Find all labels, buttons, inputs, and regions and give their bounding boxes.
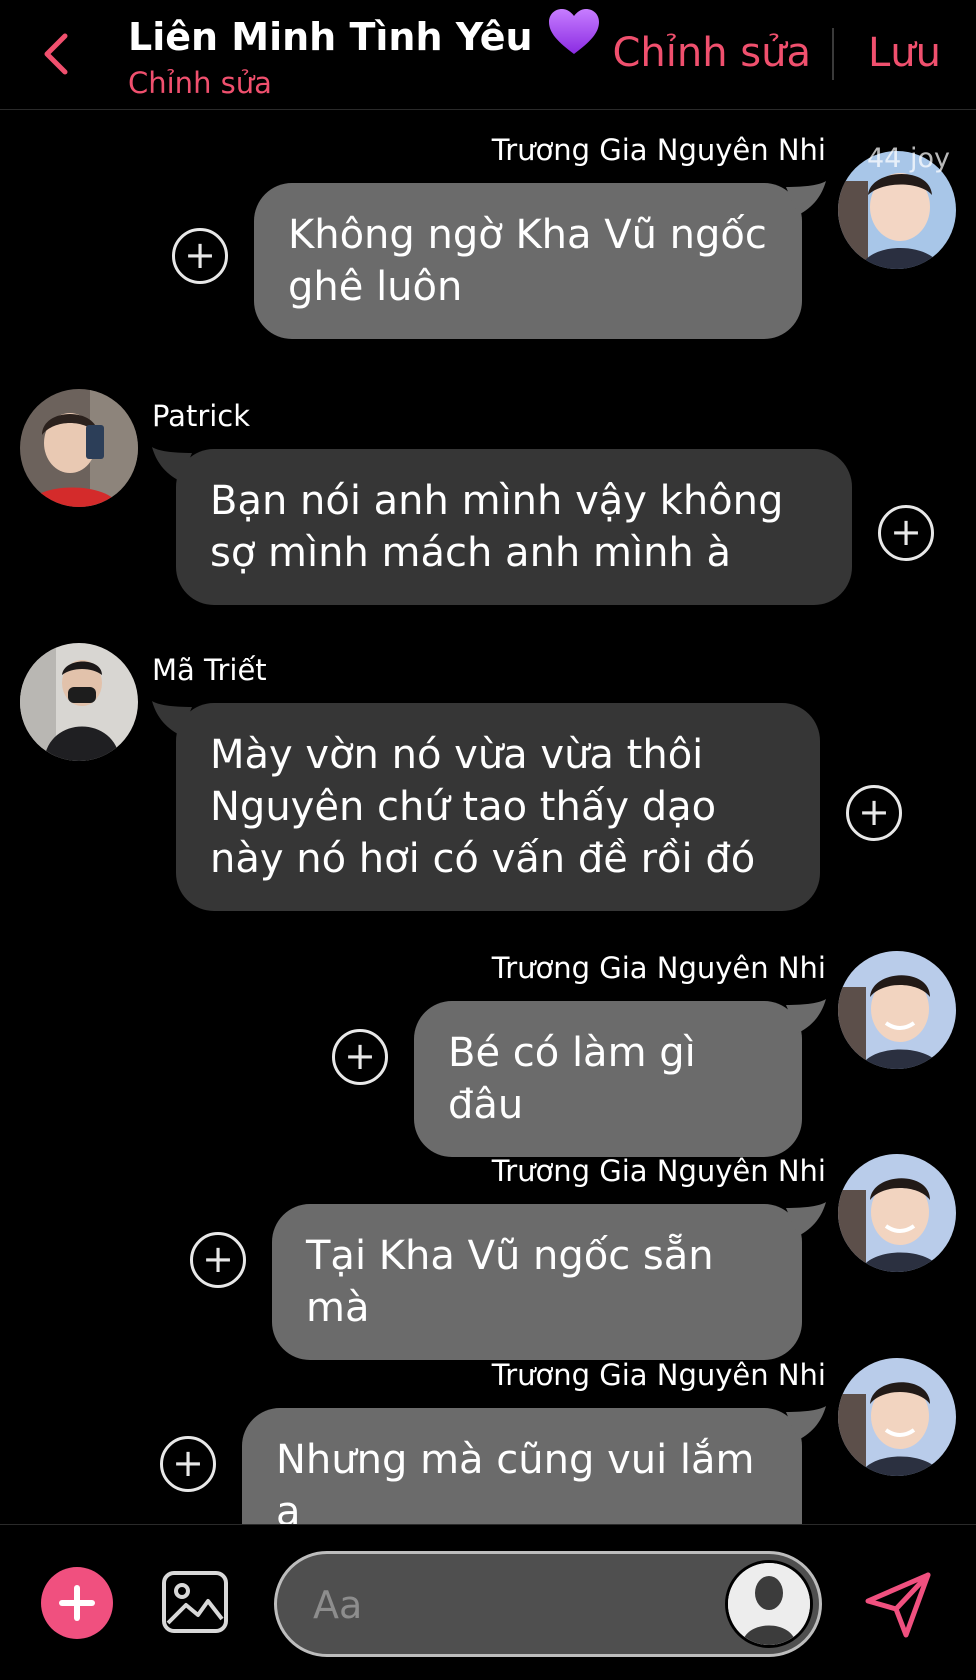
bubble-tail: [152, 701, 192, 735]
plus-icon: +: [890, 510, 922, 554]
chat-subtitle[interactable]: Chỉnh sửa: [128, 66, 272, 100]
chevron-left-icon: [44, 33, 68, 75]
bubble-tail: [786, 181, 826, 215]
chat-header: Liên Minh Tình Yêu Chỉnh sửa Chỉnh sửa L…: [0, 0, 976, 110]
composer-bar: [0, 1524, 976, 1680]
message-bubble[interactable]: Bé có làm gì đâu: [414, 999, 826, 1157]
chat-title: Liên Minh Tình Yêu: [128, 8, 600, 59]
bubble-tail: [786, 1202, 826, 1236]
avatar[interactable]: [20, 389, 138, 507]
sender-avatar-button[interactable]: [725, 1560, 813, 1648]
plus-icon: +: [202, 1237, 234, 1281]
sender-name: Trương Gia Nguyên Nhi: [491, 1154, 826, 1188]
plus-icon: [59, 1585, 95, 1621]
message-input-container[interactable]: [274, 1551, 822, 1657]
add-attachment-button[interactable]: [41, 1567, 113, 1639]
plus-icon: +: [344, 1034, 376, 1078]
message-text: Nhưng mà cũng vui lắm ạ: [276, 1437, 755, 1535]
message-text: Mày vờn nó vừa vừa thôi Nguyên chứ tao t…: [210, 732, 756, 882]
edit-button[interactable]: Chỉnh sửa: [612, 30, 811, 76]
plus-icon: +: [184, 233, 216, 277]
avatar[interactable]: [838, 1358, 956, 1476]
bubble-tail: [786, 999, 826, 1033]
save-button[interactable]: Lưu: [868, 30, 941, 76]
sender-name: Trương Gia Nguyên Nhi: [491, 1358, 826, 1392]
add-reaction-button[interactable]: +: [160, 1436, 216, 1492]
sender-name: Mã Triết: [152, 653, 267, 687]
message-bubble[interactable]: Không ngờ Kha Vũ ngốc ghê luôn: [254, 181, 826, 339]
message-bubble[interactable]: Bạn nói anh mình vậy không sợ mình mách …: [152, 447, 852, 605]
plus-icon: +: [172, 1441, 204, 1485]
message-text: Không ngờ Kha Vũ ngốc ghê luôn: [288, 212, 767, 310]
bubble-tail: [152, 447, 192, 481]
sender-name: Trương Gia Nguyên Nhi: [491, 133, 826, 167]
send-button[interactable]: [862, 1569, 934, 1641]
avatar[interactable]: [20, 643, 138, 761]
message-text: Bạn nói anh mình vậy không sợ mình mách …: [210, 478, 784, 576]
person-silhouette-icon: [728, 1563, 810, 1645]
image-icon: [162, 1571, 228, 1633]
message-text: Tại Kha Vũ ngốc sẵn mà: [306, 1233, 714, 1331]
avatar-photo: [838, 951, 956, 1069]
message-input[interactable]: [313, 1574, 693, 1636]
send-icon: [865, 1572, 931, 1638]
avatar-photo: [20, 643, 138, 761]
message-bubble[interactable]: Mày vờn nó vừa vừa thôi Nguyên chứ tao t…: [152, 701, 820, 911]
add-reaction-button[interactable]: +: [846, 785, 902, 841]
watermark: 44 joy: [867, 143, 950, 174]
message-text: Bé có làm gì đâu: [448, 1030, 696, 1128]
add-reaction-button[interactable]: +: [332, 1029, 388, 1085]
add-reaction-button[interactable]: +: [172, 228, 228, 284]
back-button[interactable]: [36, 30, 76, 78]
avatar[interactable]: [838, 1154, 956, 1272]
bubble-tail: [786, 1406, 826, 1440]
avatar-photo: [20, 389, 138, 507]
avatar[interactable]: [838, 951, 956, 1069]
add-reaction-button[interactable]: +: [878, 505, 934, 561]
sender-name: Trương Gia Nguyên Nhi: [491, 951, 826, 985]
avatar-photo: [838, 1154, 956, 1272]
message-list[interactable]: Trương Gia Nguyên Nhi + Không ngờ Kha Vũ…: [0, 111, 976, 1564]
chat-title-text: Liên Minh Tình Yêu: [128, 15, 533, 59]
sender-name: Patrick: [152, 399, 251, 433]
avatar-photo: [838, 1358, 956, 1476]
purple-heart-icon: [548, 9, 599, 54]
image-button[interactable]: [160, 1567, 230, 1637]
header-divider: [832, 28, 834, 80]
add-reaction-button[interactable]: +: [190, 1232, 246, 1288]
message-bubble[interactable]: Tại Kha Vũ ngốc sẵn mà: [272, 1202, 826, 1360]
plus-icon: +: [858, 790, 890, 834]
